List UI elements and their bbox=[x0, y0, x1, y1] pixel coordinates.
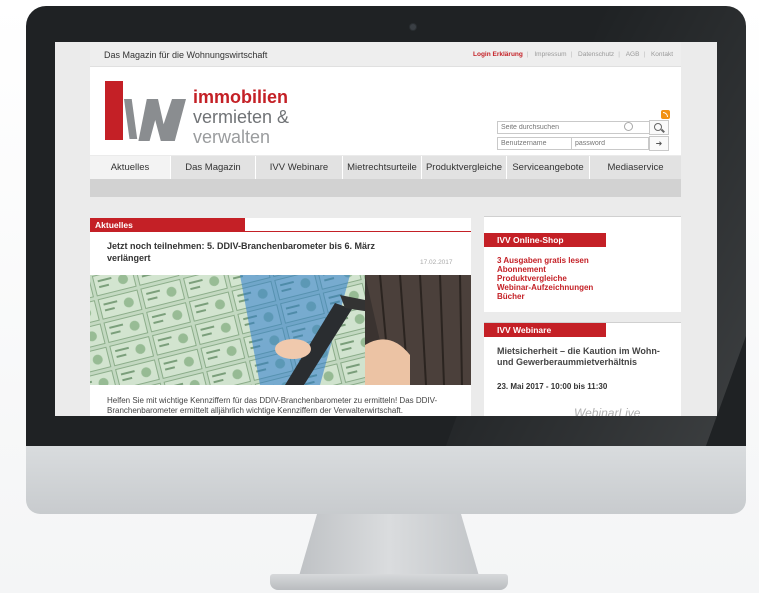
article-date: 17.02.2017 bbox=[420, 259, 453, 266]
brand-line-3[interactable]: verwalten bbox=[193, 127, 270, 148]
toplink-datenschutz[interactable]: Datenschutz bbox=[578, 51, 614, 58]
article-teaser: Helfen Sie mit wichtige Kennziffern für … bbox=[107, 396, 438, 415]
shop-link-produktvergleiche[interactable]: Produktvergleiche bbox=[497, 274, 567, 283]
password-field[interactable] bbox=[571, 137, 649, 150]
shop-link-gratis[interactable]: 3 Ausgaben gratis lesen bbox=[497, 256, 589, 265]
webinar-provider-logo: WebinarLive bbox=[574, 406, 641, 416]
webinar-date: 23. Mai 2017 - 10:00 bis 11:30 bbox=[497, 382, 608, 391]
nav-item-das-magazin[interactable]: Das Magazin bbox=[171, 156, 255, 179]
web-page: Das Magazin für die Wohnungswirtschaft L… bbox=[90, 42, 681, 416]
username-field[interactable] bbox=[497, 137, 573, 150]
nav-item-mediaservice[interactable]: Mediaservice bbox=[590, 156, 681, 179]
monitor-chin bbox=[26, 446, 746, 514]
nav-item-produktvergleiche[interactable]: Produktvergleiche bbox=[422, 156, 506, 179]
top-bar: Das Magazin für die Wohnungswirtschaft L… bbox=[90, 42, 681, 67]
top-links: Login Erklärung | Impressum | Datenschutz |… bbox=[473, 51, 673, 58]
site-tagline: Das Magazin für die Wohnungswirtschaft bbox=[104, 50, 268, 60]
search-button[interactable] bbox=[649, 120, 669, 135]
brand-line-2[interactable]: vermieten & bbox=[193, 107, 289, 128]
nav-item-serviceangebote[interactable]: Serviceangebote bbox=[507, 156, 589, 179]
nav-item-aktuelles[interactable]: Aktuelles bbox=[90, 156, 170, 179]
toplink-kontakt[interactable]: Kontakt bbox=[651, 51, 673, 58]
login-icon: ➜ bbox=[655, 139, 663, 148]
webinar-subject[interactable]: Mietsicherheit – die Kaution im Wohn- un… bbox=[497, 346, 667, 368]
sub-nav bbox=[90, 179, 681, 197]
clear-icon[interactable] bbox=[624, 122, 633, 131]
nav-item-ivv-webinare[interactable]: IVV Webinare bbox=[256, 156, 342, 179]
toplink-agb[interactable]: AGB bbox=[626, 51, 640, 58]
article-title[interactable]: Jetzt noch teilnehmen: 5. DDIV-Branchenb… bbox=[107, 240, 407, 264]
logo-mark-i[interactable] bbox=[105, 85, 123, 140]
monitor-stand-base bbox=[270, 574, 508, 590]
screen: Das Magazin für die Wohnungswirtschaft L… bbox=[55, 42, 717, 416]
toplink-login[interactable]: Login Erklärung bbox=[473, 51, 523, 58]
hero-illustration bbox=[90, 275, 471, 385]
camera-icon bbox=[410, 24, 416, 30]
rss-icon[interactable] bbox=[661, 110, 670, 119]
shop-link-buecher[interactable]: Bücher bbox=[497, 292, 525, 301]
nav-item-mietrechtsurteile[interactable]: Mietrechtsurteile bbox=[343, 156, 421, 179]
toplink-impressum[interactable]: Impressum bbox=[534, 51, 566, 58]
main-content: Aktuelles Jetzt noch teilnehmen: 5. DDIV… bbox=[90, 218, 471, 416]
monitor-stand bbox=[299, 514, 479, 576]
main-nav: Aktuelles Das Magazin IVV Webinare Mietr… bbox=[90, 156, 681, 179]
login-button[interactable]: ➜ bbox=[649, 136, 669, 151]
logo-mark-w[interactable] bbox=[138, 99, 186, 141]
webinar-title[interactable]: IVV Webinare bbox=[484, 323, 606, 337]
header: immobilien vermieten & verwalten ➜ bbox=[90, 67, 681, 155]
shop-title[interactable]: IVV Online-Shop bbox=[484, 233, 606, 247]
article-image[interactable] bbox=[90, 275, 471, 385]
shop-link-webinar-aufzeichnungen[interactable]: Webinar-Aufzeichnungen bbox=[497, 283, 593, 292]
sidebar-webinare: IVV Webinare Mietsicherheit – die Kautio… bbox=[484, 322, 681, 416]
sidebar-shop: IVV Online-Shop 3 Ausgaben gratis lesen … bbox=[484, 216, 681, 312]
brand-line-1[interactable]: immobilien bbox=[193, 87, 288, 108]
section-title[interactable]: Aktuelles bbox=[90, 218, 245, 232]
shop-link-abonnement[interactable]: Abonnement bbox=[497, 265, 546, 274]
section-rule bbox=[90, 231, 471, 232]
search-icon bbox=[654, 123, 662, 131]
